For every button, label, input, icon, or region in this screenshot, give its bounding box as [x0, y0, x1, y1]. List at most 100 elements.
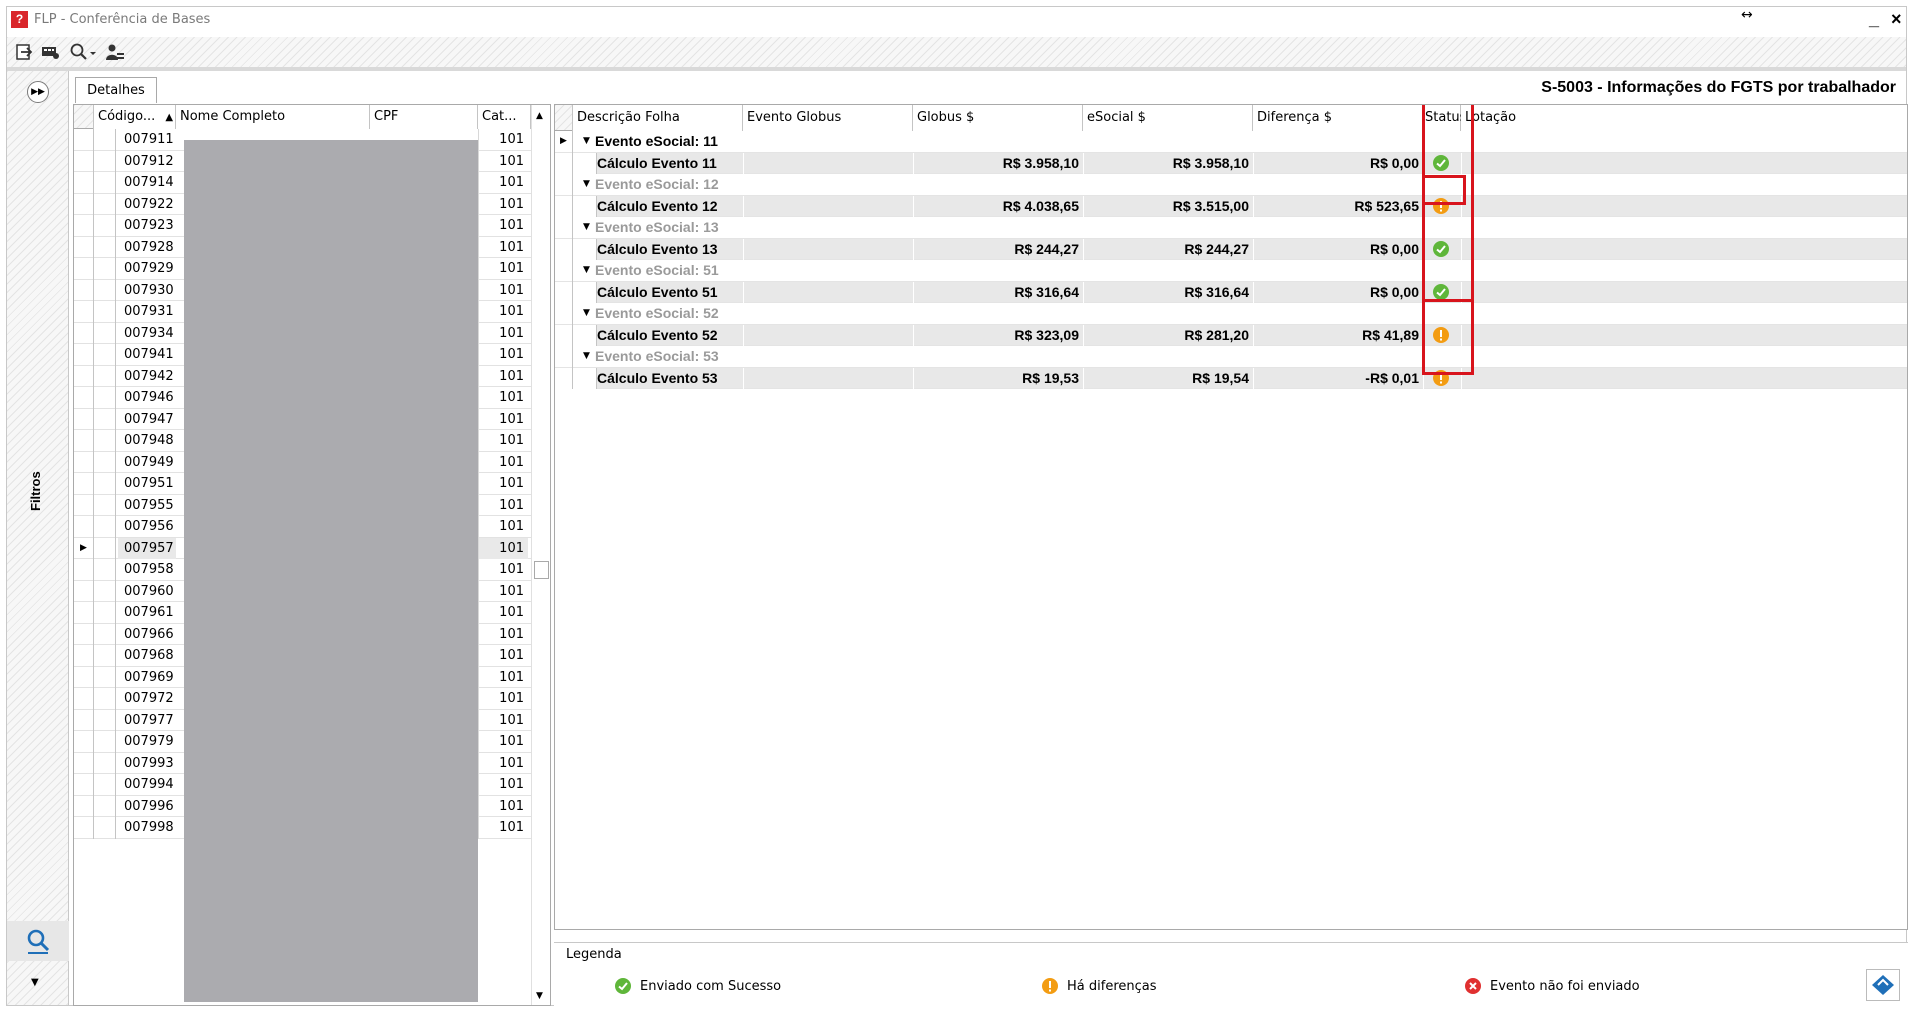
collapse-toggle-icon[interactable]: ▼ [583, 346, 590, 368]
row-gutter [94, 559, 116, 581]
cell-cat: 101 [478, 150, 528, 172]
column-divider [743, 324, 744, 346]
group-row[interactable]: ▼ Evento eSocial: 53 [555, 346, 1907, 368]
group-row[interactable]: ▼ Evento eSocial: 12 [555, 174, 1907, 196]
cell-codigo: 007979 [124, 734, 174, 749]
group-row[interactable]: ▼ Evento eSocial: 52 [555, 303, 1907, 325]
group-row[interactable]: ▼ Evento eSocial: 13 [555, 217, 1907, 239]
scroll-thumb[interactable] [534, 561, 549, 579]
tab-detalhes[interactable]: Detalhes [75, 77, 157, 103]
redacted-region [184, 140, 478, 1002]
column-divider [1253, 195, 1254, 217]
row-nest-gutter [573, 195, 597, 217]
column-header-nome[interactable]: Nome Completo [176, 105, 370, 129]
row-gutter [94, 731, 116, 753]
row-indicator [74, 258, 94, 280]
cell-codigo: 007949 [124, 454, 174, 470]
cell-codigo: 007942 [124, 368, 174, 384]
column-header-cat[interactable]: Cat... [478, 105, 531, 129]
row-indicator [74, 752, 94, 774]
cell-codigo: 007972 [124, 691, 174, 706]
cell-codigo: 007968 [124, 648, 174, 663]
scroll-down-icon[interactable]: ▼ [536, 991, 543, 1001]
cell-globus: R$ 244,27 [1014, 240, 1079, 257]
filters-label[interactable]: Filtros [28, 471, 43, 511]
table-row[interactable]: Cálculo Evento 52 R$ 323,09 R$ 281,20 R$ 41… [555, 324, 1907, 346]
cell-cat: 101 [478, 559, 528, 581]
row-indicator [74, 279, 94, 301]
row-gutter [94, 430, 116, 452]
table-row[interactable]: Cálculo Evento 11 R$ 3.958,10 R$ 3.958,10 R… [555, 152, 1907, 174]
close-button[interactable]: × [1891, 9, 1902, 30]
row-indicator [74, 731, 94, 753]
cell-cat: 101 [478, 473, 528, 495]
toolbar-separator [7, 67, 1906, 71]
cell-cat: 101 [478, 752, 528, 774]
cell-codigo: 007961 [124, 605, 174, 620]
export-icon [16, 44, 33, 60]
cell-diferenca: R$ 0,00 [1369, 240, 1419, 257]
table-row[interactable]: Cálculo Evento 53 R$ 19,53 R$ 19,54 -R$ 0,0… [555, 367, 1907, 389]
row-indicator [74, 301, 94, 323]
cell-diferenca: R$ 0,00 [1369, 154, 1419, 171]
column-header-descricao[interactable]: Descrição Folha [573, 105, 743, 131]
minimize-button[interactable]: _ [1869, 9, 1879, 30]
group-row[interactable]: ▼ Evento eSocial: 51 [555, 260, 1907, 282]
cell-codigo: 007911 [124, 132, 174, 147]
column-header-evento-globus[interactable]: Evento Globus [743, 105, 913, 131]
window-title: FLP - Conferência de Bases [34, 11, 211, 27]
collapse-toggle-icon[interactable]: ▼ [583, 174, 590, 196]
row-indicator [74, 215, 94, 237]
row-gutter [94, 537, 116, 559]
employee-scrollbar[interactable]: ▲ ▼ [531, 105, 550, 1005]
cell-codigo: 007969 [124, 669, 174, 685]
column-header-globus[interactable]: Globus $ [913, 105, 1083, 131]
search-dropdown-button[interactable] [69, 41, 97, 63]
report-button[interactable] [41, 41, 61, 63]
row-indicator [555, 260, 573, 282]
table-row[interactable]: Cálculo Evento 51 R$ 316,64 R$ 316,64 R$ 0,… [555, 281, 1907, 303]
row-gutter [94, 408, 116, 430]
cell-cat: 101 [478, 516, 528, 538]
table-row[interactable]: Cálculo Evento 13 R$ 244,27 R$ 244,27 R$ 0,… [555, 238, 1907, 260]
cell-cat: 101 [478, 494, 528, 516]
cell-codigo: 007966 [124, 626, 174, 642]
row-indicator [74, 817, 94, 839]
filter-search-button[interactable] [7, 921, 69, 961]
row-gutter [94, 365, 116, 387]
group-row[interactable]: ▶ ▼ Evento eSocial: 11 [555, 131, 1907, 153]
row-gutter [94, 236, 116, 258]
column-header-diferenca[interactable]: Diferença $ [1253, 105, 1423, 131]
scroll-up-icon[interactable]: ▲ [536, 111, 543, 121]
collapse-toggle-icon[interactable]: ▼ [583, 303, 590, 325]
column-header-codigo[interactable]: Código... ▲ [94, 105, 176, 129]
collapse-toggle-icon[interactable]: ▼ [583, 131, 590, 153]
column-header-cpf[interactable]: CPF [370, 105, 478, 129]
collapse-toggle-icon[interactable]: ▼ [583, 217, 590, 239]
row-indicator [74, 645, 94, 667]
table-row[interactable]: Cálculo Evento 12 R$ 4.038,65 R$ 3.515,00 R… [555, 195, 1907, 217]
row-indicator [555, 217, 573, 239]
row-indicator [74, 236, 94, 258]
employee-grid-header: Código... ▲ Nome Completo CPF Cat... [74, 105, 550, 129]
cell-codigo: 007947 [124, 411, 174, 427]
cell-descricao: Cálculo Evento 11 [597, 154, 717, 171]
help-button[interactable] [1866, 969, 1900, 1001]
expand-filters-button[interactable]: ▶▶ [27, 81, 49, 103]
column-header-lotacao[interactable]: Lotação [1461, 105, 1907, 131]
cell-esocial: R$ 3.515,00 [1172, 197, 1249, 214]
legend-label: Enviado com Sucesso [640, 978, 782, 994]
collapse-toggle-icon[interactable]: ▼ [583, 260, 590, 282]
cell-cat: 101 [478, 258, 528, 280]
chevron-down-icon[interactable]: ▼ [31, 977, 39, 988]
cell-cat: 101 [478, 129, 528, 151]
help-book-icon [1872, 975, 1894, 995]
column-header-esocial[interactable]: eSocial $ [1083, 105, 1253, 131]
cell-codigo: 007912 [124, 153, 174, 169]
export-button[interactable] [15, 41, 33, 63]
row-indicator [74, 709, 94, 731]
row-indicator [74, 494, 94, 516]
user-config-button[interactable] [105, 41, 125, 63]
resize-icon[interactable]: ↔ [1741, 7, 1753, 23]
cell-descricao: Cálculo Evento 51 [597, 283, 718, 300]
